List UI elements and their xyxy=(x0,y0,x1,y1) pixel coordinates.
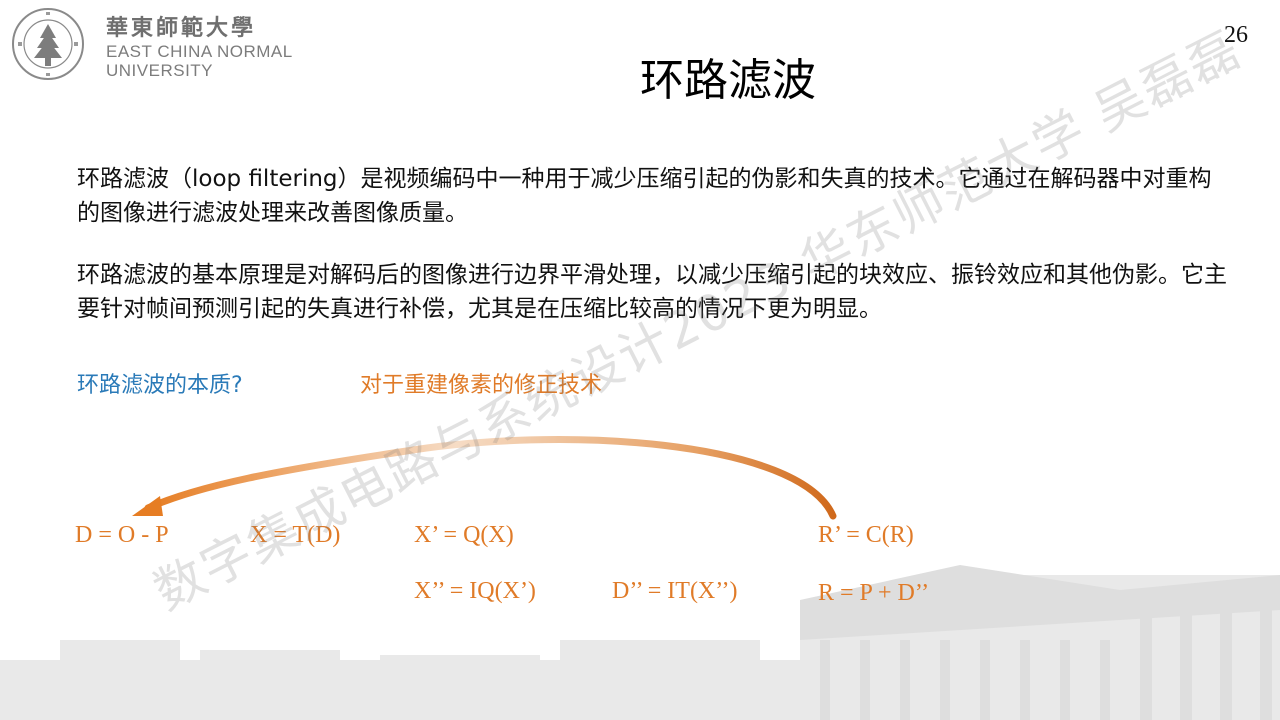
university-logo: 華東師範大學 EAST CHINA NORMAL UNIVERSITY xyxy=(10,6,300,82)
logo-chinese-name: 華東師範大學 xyxy=(106,15,257,41)
university-seal-icon xyxy=(12,8,84,80)
formula-inverse-quantize: X’’ = IQ(X’) xyxy=(414,578,536,604)
logo-wordmark: 華東師範大學 EAST CHINA NORMAL UNIVERSITY xyxy=(106,10,293,80)
slide: 華東師範大學 EAST CHINA NORMAL UNIVERSITY 26 环… xyxy=(0,0,1280,720)
essence-question: 环路滤波的本质? xyxy=(77,373,243,398)
logo-english-line2: UNIVERSITY xyxy=(106,61,214,80)
formula-reconstruct: R = P + D’’ xyxy=(818,580,930,606)
slide-title: 环路滤波 xyxy=(640,55,816,106)
formula-residual: D = O - P xyxy=(75,522,169,548)
formula-inverse-transform: D’’ = IT(X’’) xyxy=(612,578,738,604)
formula-loop-filter: R’ = C(R) xyxy=(818,522,914,548)
logo-english-line1: EAST CHINA NORMAL xyxy=(106,42,293,61)
formula-quantize: X’ = Q(X) xyxy=(414,522,514,548)
